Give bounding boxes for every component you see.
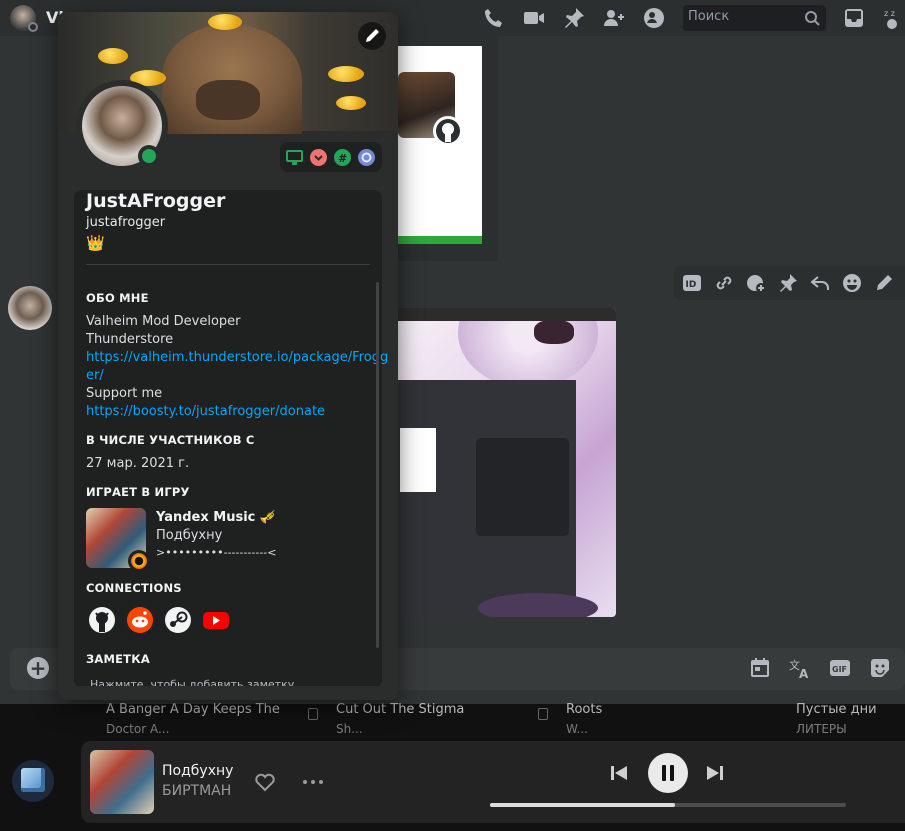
online-status-dot: [142, 149, 156, 163]
video-icon[interactable]: [522, 6, 546, 30]
member-since-title: В ЧИСЛЕ УЧАСТНИКОВ С: [86, 433, 255, 447]
about-line: Valheim Mod Developer: [86, 314, 241, 329]
yandex-music-icon: [131, 553, 147, 569]
heart-icon[interactable]: [254, 771, 276, 793]
track-title[interactable]: Cut Out The Stigma: [336, 702, 464, 717]
profile-divider: [86, 264, 370, 265]
svg-text:A: A: [799, 667, 809, 680]
edit-profile-button[interactable]: [358, 22, 386, 50]
search-bar[interactable]: [683, 5, 826, 31]
more-options-icon[interactable]: [302, 772, 324, 792]
quest-badge[interactable]: [358, 149, 375, 166]
custom-status: 👑: [86, 234, 105, 252]
track-subtitle: Doctor A...: [106, 722, 170, 736]
inbox-icon[interactable]: [842, 6, 866, 30]
now-playing-artist[interactable]: БИРТМАН: [162, 783, 231, 799]
status-indicator: [28, 22, 38, 32]
pencil-icon: [366, 29, 379, 42]
pause-button[interactable]: [648, 753, 688, 793]
screenshot-attachment[interactable]: [398, 308, 616, 617]
pause-icon: [662, 765, 674, 781]
about-line: Support me: [86, 386, 163, 401]
connections-title: CONNECTIONS: [86, 581, 182, 595]
about-line: Thunderstore: [86, 332, 174, 347]
note-title: ЗАМЕТКА: [86, 652, 150, 666]
attach-button[interactable]: +: [27, 657, 49, 679]
steam-icon[interactable]: [164, 606, 192, 634]
banner-orange: [98, 48, 128, 64]
now-playing-bar: [81, 741, 905, 823]
sleep-icon[interactable]: z z: [880, 6, 904, 30]
youtube-icon[interactable]: [202, 606, 230, 634]
search-icon[interactable]: [804, 10, 820, 26]
activity-name: Yandex Music 🎺: [156, 510, 277, 525]
pin-message-icon[interactable]: [777, 272, 799, 294]
album-cover[interactable]: [90, 750, 154, 814]
track-icon: [538, 708, 548, 720]
emoji-icon[interactable]: [841, 272, 863, 294]
copy-link-icon[interactable]: [713, 272, 735, 294]
about-title: ОБО МНЕ: [86, 291, 149, 305]
activity-title: ИГРАЕТ В ИГРУ: [86, 485, 190, 499]
track-title[interactable]: Roots: [566, 702, 602, 717]
reply-icon[interactable]: [809, 272, 831, 294]
add-member-icon[interactable]: [602, 6, 626, 30]
next-track-icon[interactable]: [704, 762, 726, 784]
reaction-add-icon[interactable]: [745, 272, 767, 294]
cube-icon: [21, 768, 45, 792]
reddit-icon[interactable]: [126, 606, 154, 634]
thunderstore-link[interactable]: https://valheim.thunderstore.io/package/…: [86, 350, 388, 365]
anime-shadow: [478, 593, 598, 617]
previous-track-icon[interactable]: [608, 762, 630, 784]
gif-icon[interactable]: GIF: [828, 656, 852, 680]
anime-bow: [534, 320, 574, 344]
call-icon[interactable]: [482, 6, 506, 30]
banner-capybara-snout: [196, 80, 260, 120]
banner-orange: [328, 66, 364, 82]
now-playing-title[interactable]: Подбухну: [162, 763, 233, 779]
screenshot-profile-card: [476, 438, 569, 536]
copy-id-icon[interactable]: ID: [681, 272, 703, 294]
search-input[interactable]: [688, 9, 798, 24]
svg-text:ID: ID: [686, 280, 697, 290]
github-icon[interactable]: [88, 606, 116, 634]
playback-progress[interactable]: [490, 803, 846, 807]
nitro-boost-badge[interactable]: [310, 149, 327, 166]
banner-orange: [336, 96, 366, 110]
track-subtitle: ЛИТЕРЫ: [796, 722, 847, 736]
track-icon: [308, 708, 318, 720]
pin-icon[interactable]: [562, 6, 586, 30]
svg-text:#: #: [338, 152, 347, 165]
member-since-date: 27 мар. 2021 г.: [86, 456, 190, 471]
thunderstore-link-cont[interactable]: er/: [86, 368, 104, 383]
track-title[interactable]: A Banger A Day Keeps The: [106, 702, 280, 717]
activity-progress: >•••••••••-----------<: [156, 546, 277, 559]
screenshot-embed: [400, 428, 436, 492]
profile-scrollbar[interactable]: [376, 282, 379, 648]
banner-orange: [208, 14, 242, 30]
edit-icon[interactable]: [873, 272, 895, 294]
track-subtitle: W...: [566, 722, 588, 736]
message-author-avatar[interactable]: [8, 286, 52, 330]
svg-text:GIF: GIF: [832, 665, 847, 674]
boosty-link[interactable]: https://boosty.to/justafrogger/donate: [86, 404, 325, 419]
activity-details: Подбухну: [156, 528, 223, 543]
track-subtitle: Sh...: [336, 722, 363, 736]
svg-text:z z: z z: [884, 9, 895, 18]
screenshot-browser-bar: [398, 308, 616, 321]
track-title[interactable]: Пустые дни: [796, 702, 877, 717]
playback-progress-fill: [490, 803, 676, 807]
schedule-icon[interactable]: [748, 656, 772, 680]
member-list-icon[interactable]: [642, 6, 666, 30]
sticker-icon[interactable]: [868, 656, 892, 680]
hashtag-badge[interactable]: #: [334, 149, 351, 166]
display-name[interactable]: JustAFrogger: [86, 190, 225, 212]
github-icon: [433, 116, 463, 146]
translate-icon[interactable]: 文A: [788, 656, 812, 680]
active-developer-badge[interactable]: [286, 149, 303, 166]
username[interactable]: justafrogger: [86, 215, 165, 230]
note-clip: [74, 686, 382, 700]
